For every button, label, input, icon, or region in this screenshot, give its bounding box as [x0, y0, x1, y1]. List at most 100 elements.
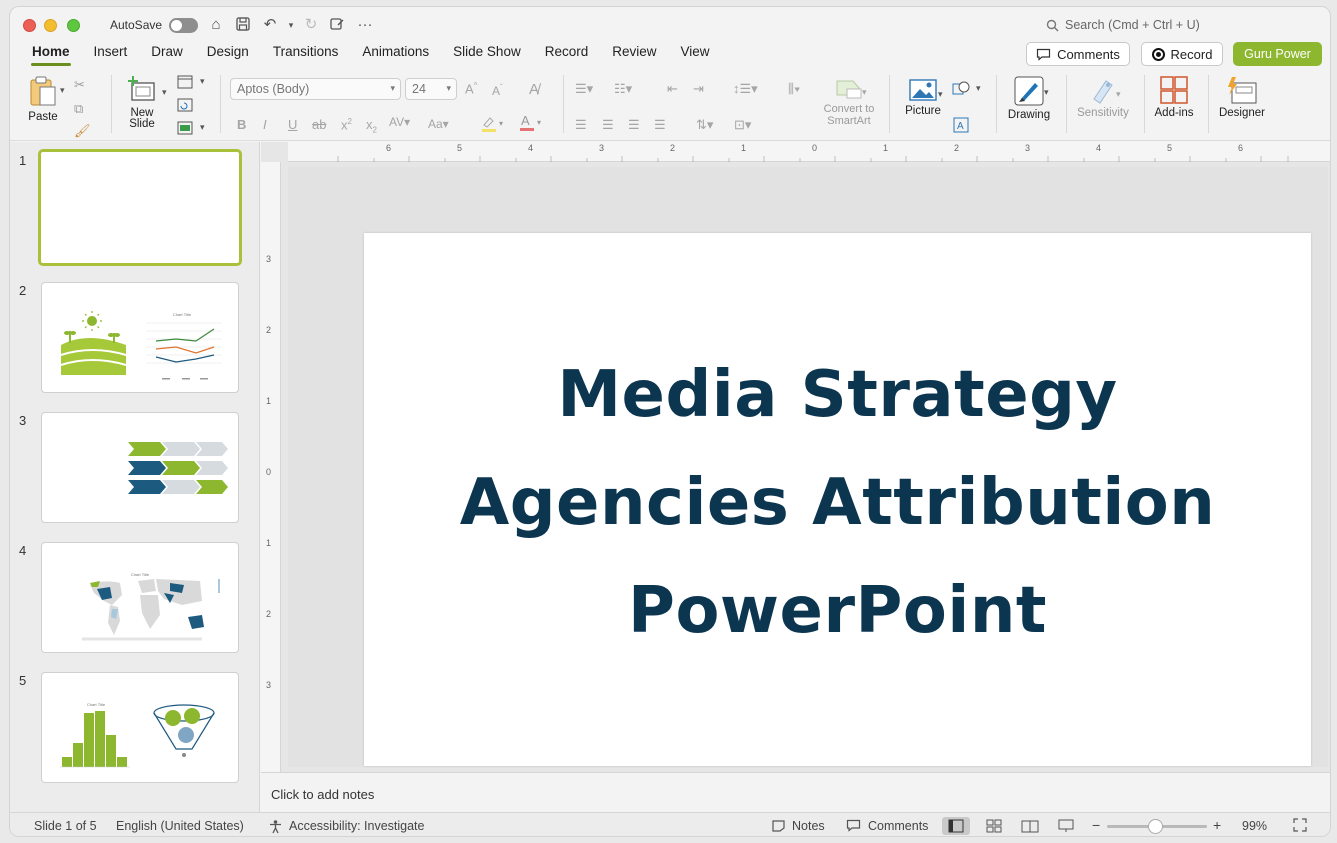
line-spacing-icon[interactable]: ↕☰▾: [733, 81, 758, 97]
accessibility-icon[interactable]: [268, 819, 283, 836]
search-box[interactable]: Search (Cmd + Ctrl + U): [1046, 18, 1200, 32]
italic-icon[interactable]: I: [263, 117, 267, 132]
minimize-window-button[interactable]: [44, 19, 57, 32]
subscript-icon[interactable]: x2: [366, 117, 377, 135]
convert-to-smartart-button[interactable]: Convert to SmartArt: [818, 77, 880, 127]
save-icon[interactable]: [234, 16, 252, 34]
tab-record[interactable]: Record: [533, 44, 601, 66]
tab-home[interactable]: Home: [20, 44, 82, 66]
tab-view[interactable]: View: [669, 44, 722, 66]
accessibility-status[interactable]: Accessibility: Investigate: [289, 819, 424, 833]
normal-view-button[interactable]: [942, 817, 970, 835]
undo-dropdown-icon[interactable]: ▾: [282, 16, 300, 34]
sensitivity-dropdown-icon[interactable]: ▾: [1116, 89, 1121, 100]
current-slide[interactable]: Media Strategy Agencies Attribution Powe…: [364, 233, 1311, 766]
clear-formatting-icon[interactable]: A̸: [529, 81, 539, 98]
tab-review[interactable]: Review: [600, 44, 668, 66]
columns-icon[interactable]: ⫼▾: [788, 81, 800, 97]
bullets-icon[interactable]: ☰▾: [575, 81, 593, 97]
strikethrough-icon[interactable]: ab: [312, 117, 326, 132]
highlight-icon[interactable]: ▾: [480, 115, 506, 136]
more-icon[interactable]: ···: [356, 16, 374, 34]
superscript-icon[interactable]: x2: [341, 117, 352, 132]
drawing-dropdown-icon[interactable]: ▾: [1044, 87, 1049, 98]
zoom-window-button[interactable]: [67, 19, 80, 32]
guru-power-button[interactable]: Guru Power: [1233, 42, 1322, 66]
font-name-select[interactable]: Aptos (Body) ▾: [230, 78, 401, 100]
thumbnail-slide-4[interactable]: Chart Title: [41, 542, 239, 653]
slide-sorter-view-button[interactable]: [980, 817, 1008, 835]
numbering-icon[interactable]: ☷▾: [614, 81, 632, 97]
zoom-percentage[interactable]: 99%: [1242, 819, 1267, 833]
font-size-select[interactable]: 24 ▾: [405, 78, 457, 100]
comment-icon[interactable]: [846, 819, 861, 836]
redo-icon[interactable]: ↻: [302, 16, 320, 34]
new-slide-button[interactable]: New Slide: [124, 75, 160, 130]
align-center-icon[interactable]: ☰: [602, 117, 614, 133]
customize-icon[interactable]: [328, 16, 346, 34]
zoom-out-button[interactable]: −: [1092, 817, 1100, 833]
thumbnail-slide-3[interactable]: [41, 412, 239, 523]
reset-slide-icon[interactable]: [177, 98, 193, 115]
thumbnail-slide-5[interactable]: Chart Title: [41, 672, 239, 783]
designer-button[interactable]: Designer: [1215, 75, 1269, 119]
tab-slide-show[interactable]: Slide Show: [441, 44, 533, 66]
section-icon[interactable]: [177, 121, 193, 138]
picture-dropdown-icon[interactable]: ▾: [938, 89, 943, 100]
format-painter-icon[interactable]: 🖌: [74, 123, 91, 139]
language-indicator[interactable]: English (United States): [116, 819, 244, 833]
undo-icon[interactable]: ↶: [261, 16, 279, 34]
comments-toggle[interactable]: Comments: [868, 819, 928, 833]
justify-icon[interactable]: ☰: [654, 117, 666, 133]
increase-font-icon[interactable]: A^: [465, 81, 477, 96]
slideshow-view-button[interactable]: [1052, 817, 1080, 835]
shapes-icon[interactable]: [952, 79, 972, 100]
decrease-indent-icon[interactable]: ⇤: [667, 81, 678, 97]
tab-draw[interactable]: Draw: [139, 44, 195, 66]
tab-design[interactable]: Design: [195, 44, 261, 66]
home-icon[interactable]: ⌂: [207, 16, 225, 34]
sensitivity-button[interactable]: Sensitivity: [1074, 77, 1132, 119]
autosave-toggle[interactable]: [169, 18, 198, 33]
drawing-button[interactable]: Drawing: [1004, 75, 1054, 121]
slide-title[interactable]: Media Strategy Agencies Attribution Powe…: [364, 341, 1311, 665]
layout-icon[interactable]: [177, 75, 193, 92]
close-window-button[interactable]: [23, 19, 36, 32]
new-slide-dropdown-icon[interactable]: ▾: [162, 87, 167, 98]
change-case-icon[interactable]: Aa▾: [428, 117, 449, 131]
reading-view-button[interactable]: [1016, 817, 1044, 835]
record-button[interactable]: Record: [1141, 42, 1223, 66]
notes-pane[interactable]: Click to add notes: [261, 772, 1330, 812]
align-text-icon[interactable]: ⊡▾: [734, 117, 751, 133]
layout-dropdown-icon[interactable]: ▾: [200, 76, 205, 87]
thumbnail-slide-2[interactable]: Chart Title: [41, 282, 239, 393]
notes-toggle[interactable]: Notes: [792, 819, 825, 833]
cut-icon[interactable]: ✂: [74, 77, 85, 93]
fit-to-window-icon[interactable]: [1292, 817, 1308, 836]
copy-icon[interactable]: ⧉: [74, 101, 83, 117]
tab-insert[interactable]: Insert: [82, 44, 140, 66]
comments-button[interactable]: Comments: [1026, 42, 1130, 66]
section-dropdown-icon[interactable]: ▾: [200, 122, 205, 133]
text-direction-icon[interactable]: ⇅▾: [696, 117, 713, 133]
zoom-slider-handle[interactable]: [1148, 819, 1163, 834]
underline-icon[interactable]: U: [288, 117, 297, 132]
tab-transitions[interactable]: Transitions: [261, 44, 351, 66]
notes-icon[interactable]: [771, 819, 786, 836]
align-right-icon[interactable]: ☰: [628, 117, 640, 133]
smartart-dropdown-icon[interactable]: ▾: [862, 87, 867, 98]
decrease-font-icon[interactable]: Aˇ: [492, 83, 503, 98]
increase-indent-icon[interactable]: ⇥: [693, 81, 704, 97]
add-ins-button[interactable]: Add-ins: [1152, 75, 1196, 119]
thumbnail-slide-1[interactable]: [38, 149, 242, 266]
paste-button[interactable]: Paste: [22, 75, 64, 123]
align-left-icon[interactable]: ☰: [575, 117, 587, 133]
text-box-icon[interactable]: A: [953, 117, 969, 136]
bold-icon[interactable]: B: [237, 117, 246, 132]
tab-animations[interactable]: Animations: [350, 44, 441, 66]
paste-dropdown-icon[interactable]: ▾: [60, 85, 65, 96]
shapes-dropdown-icon[interactable]: ▾: [976, 83, 981, 94]
font-color-icon[interactable]: A ▾: [518, 113, 544, 136]
zoom-in-button[interactable]: +: [1213, 817, 1221, 833]
character-spacing-icon[interactable]: AV▾: [389, 115, 410, 129]
